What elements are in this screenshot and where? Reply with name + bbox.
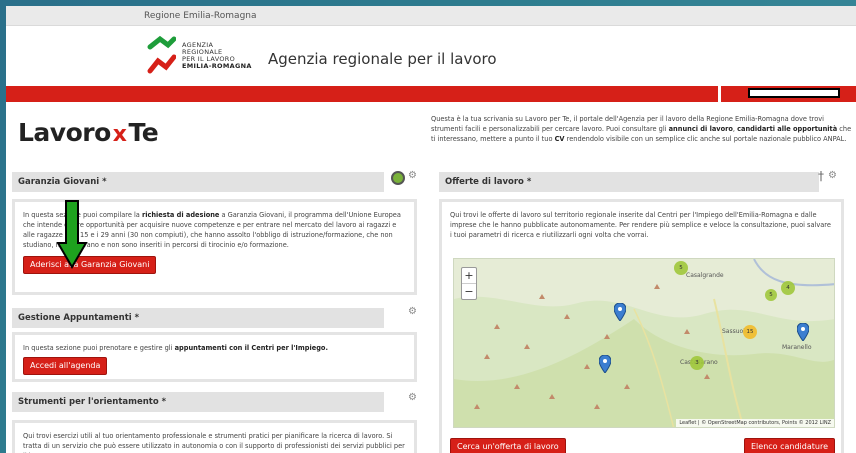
brand-x: x bbox=[112, 122, 127, 147]
agency-logo-icon[interactable] bbox=[146, 35, 176, 75]
map-label: Casalgrande bbox=[686, 272, 724, 279]
zoom-in-button[interactable]: + bbox=[462, 268, 476, 283]
appuntamenti-title: Gestione Appuntamenti * bbox=[18, 313, 140, 323]
region-name: Regione Emilia-Romagna bbox=[144, 11, 257, 21]
cv-link[interactable]: CV bbox=[555, 135, 565, 143]
site-title: Agenzia regionale per il lavoro bbox=[268, 50, 497, 68]
offerte-title: Offerte di lavoro * bbox=[445, 177, 532, 187]
appuntamenti-panel: In questa sezione puoi prenotare e gesti… bbox=[12, 332, 417, 382]
appuntamenti-text-bold: appuntamenti con il Centri per l'Impiego… bbox=[174, 344, 328, 352]
orientamento-panel: Qui trovi esercizi utili al tuo orientam… bbox=[12, 420, 417, 453]
lavoro-per-te-logo: LavoroxTe bbox=[18, 118, 159, 147]
map-marker-icon[interactable] bbox=[599, 355, 611, 373]
top-region-bar: Regione Emilia-Romagna bbox=[6, 6, 856, 26]
offerte-text: Qui trovi le offerte di lavoro sul terri… bbox=[450, 211, 831, 239]
map-cluster[interactable]: 3 bbox=[690, 356, 704, 370]
gear-icon[interactable]: ⚙ bbox=[408, 306, 417, 317]
map-marker-icon[interactable] bbox=[614, 303, 626, 321]
map-cluster[interactable]: 4 bbox=[781, 281, 795, 295]
main-nav-bar bbox=[6, 86, 856, 102]
user-menu-box[interactable] bbox=[748, 88, 840, 98]
logo-line: EMILIA-ROMAGNA bbox=[182, 62, 252, 70]
agency-logo-text: AGENZIA REGIONALE PER IL LAVORO EMILIA-R… bbox=[182, 42, 252, 70]
map-terrain bbox=[454, 259, 834, 427]
nav-separator bbox=[718, 86, 721, 102]
gear-icon[interactable]: ⚙ bbox=[828, 170, 837, 181]
orientamento-title: Strumenti per l'orientamento * bbox=[18, 397, 167, 407]
candidarti-link[interactable]: candidarti alle opportunità bbox=[737, 125, 837, 133]
garanzia-text-bold: richiesta di adesione bbox=[141, 211, 220, 219]
offerte-panel-header: Offerte di lavoro * bbox=[439, 172, 819, 192]
site-header: AGENZIA REGIONALE PER IL LAVORO EMILIA-R… bbox=[6, 26, 856, 86]
intro-text: Questa è la tua scrivania su Lavoro per … bbox=[431, 114, 856, 144]
intro-seg: rendendolo visibile con un semplice clic… bbox=[564, 135, 847, 143]
pin-icon[interactable]: † bbox=[818, 169, 824, 183]
map-label: Maranello bbox=[782, 344, 812, 351]
appuntamenti-text-pre: In questa sezione puoi prenotare e gesti… bbox=[23, 344, 175, 352]
map-attribution[interactable]: Leaflet | © OpenStreetMap contributors, … bbox=[676, 419, 834, 427]
zoom-out-button[interactable]: − bbox=[462, 283, 476, 299]
orientamento-text: Qui trovi esercizi utili al tuo orientam… bbox=[23, 432, 405, 453]
brand-part2: Te bbox=[128, 118, 159, 147]
orientamento-panel-header: Strumenti per l'orientamento * bbox=[12, 392, 384, 412]
cerca-offerta-button[interactable]: Cerca un'offerta di lavoro bbox=[450, 438, 566, 453]
annunci-link[interactable]: annunci di lavoro bbox=[669, 125, 733, 133]
appuntamenti-panel-header: Gestione Appuntamenti * bbox=[12, 308, 384, 328]
smiley-icon[interactable] bbox=[391, 171, 405, 185]
garanzia-title: Garanzia Giovani * bbox=[18, 177, 107, 187]
down-arrow-icon bbox=[56, 200, 88, 269]
appuntamenti-text: In questa sezione puoi prenotare e gesti… bbox=[23, 343, 406, 353]
gear-icon[interactable]: ⚙ bbox=[408, 170, 417, 181]
map-cluster[interactable]: 5 bbox=[765, 289, 777, 301]
gear-icon[interactable]: ⚙ bbox=[408, 392, 417, 403]
job-offers-map[interactable]: + − Casalgrande Sassuolo Maranello Caste… bbox=[453, 258, 835, 428]
brand-part1: Lavoro bbox=[18, 118, 111, 147]
page: Regione Emilia-Romagna AGENZIA REGIONALE… bbox=[6, 6, 856, 453]
map-zoom-control: + − bbox=[461, 267, 477, 300]
elenco-candidature-button[interactable]: Elenco candidature bbox=[744, 438, 835, 453]
map-cluster[interactable]: 5 bbox=[674, 261, 688, 275]
aderisci-button[interactable]: Aderisci alla Garanzia Giovani bbox=[23, 256, 157, 274]
accedi-agenda-button[interactable]: Accedi all'agenda bbox=[23, 357, 108, 375]
map-marker-icon[interactable] bbox=[797, 323, 809, 341]
map-cluster[interactable]: 15 bbox=[743, 325, 757, 339]
garanzia-panel-header: Garanzia Giovani * bbox=[12, 172, 384, 192]
